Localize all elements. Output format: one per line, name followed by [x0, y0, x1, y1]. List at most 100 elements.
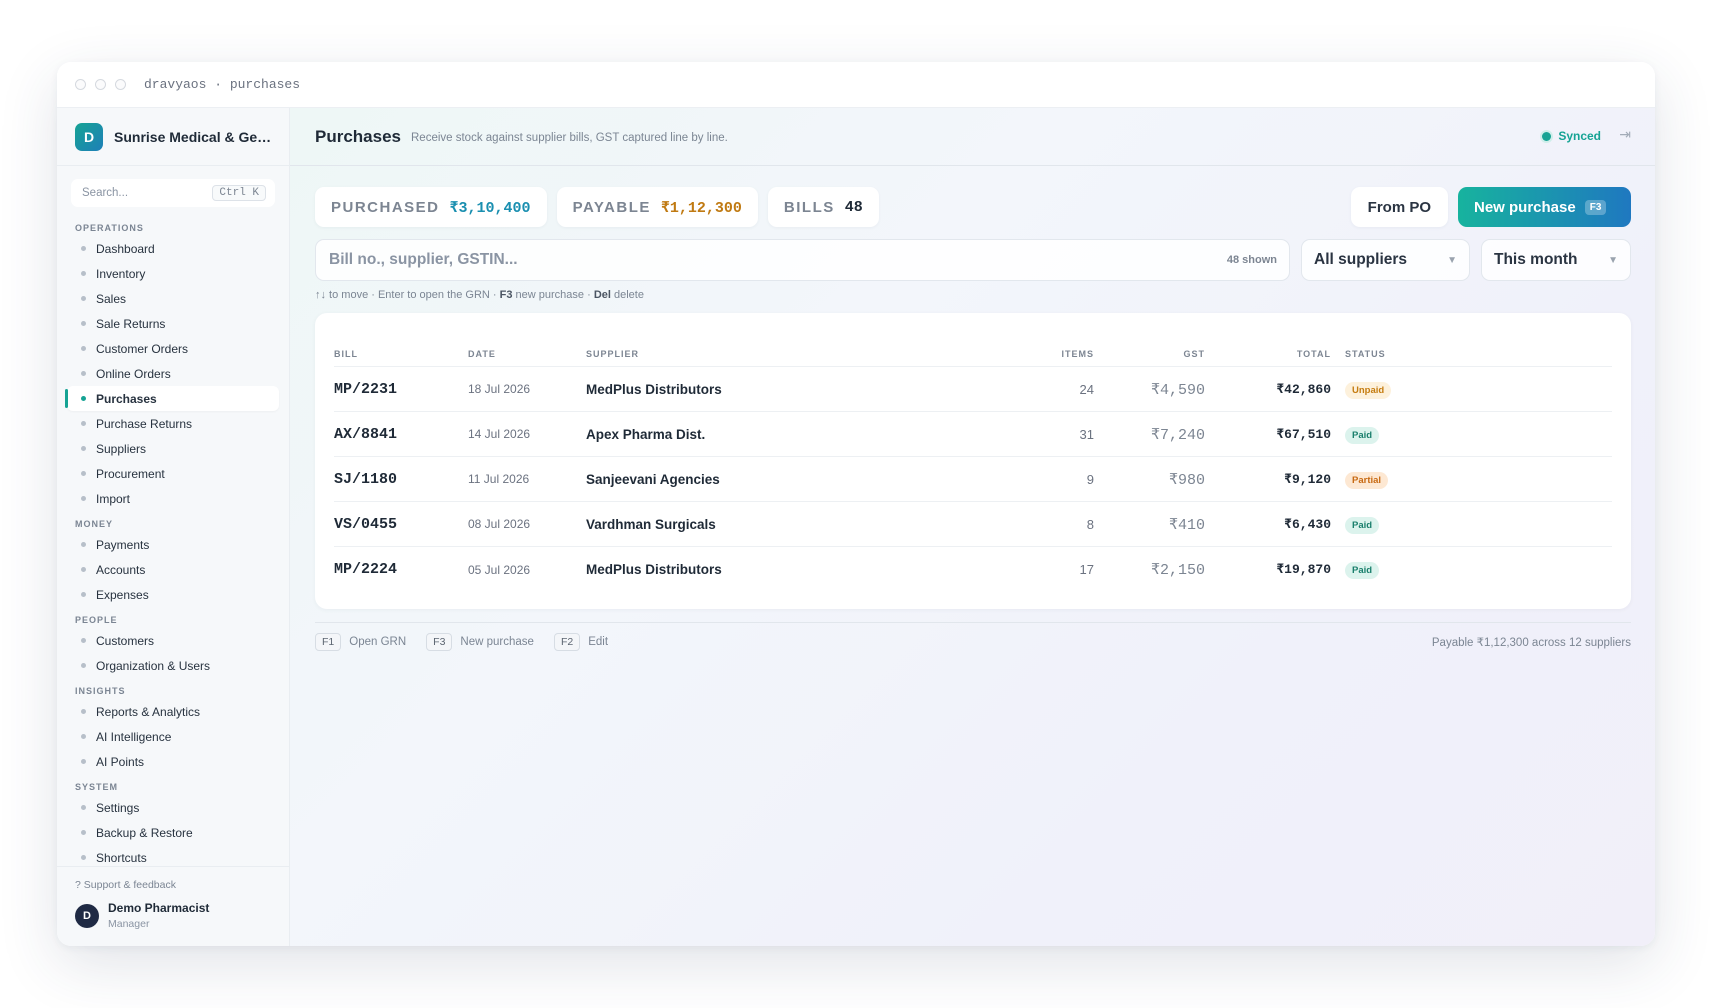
cell-supplier: MedPlus Distributors: [586, 381, 722, 397]
cell-status: Paid: [1331, 515, 1451, 534]
keyboard-hint: ↑↓ to move · Enter to open the GRN · F3 …: [315, 289, 644, 301]
brand-name: Sunrise Medical & General Store: [114, 128, 274, 145]
user-profile[interactable]: D Demo Pharmacist Manager: [75, 901, 271, 930]
support-link[interactable]: ? Support & feedback: [75, 879, 271, 891]
nav-section-title: SYSTEM: [75, 782, 119, 792]
shortcut-label: Edit: [588, 635, 609, 648]
collapse-icon[interactable]: ⇥: [1619, 126, 1631, 143]
main-content: Purchases Receive stock against supplier…: [290, 108, 1655, 946]
sidebar-item-label: Inventory: [96, 266, 146, 281]
status-badge: Paid: [1345, 426, 1380, 444]
shortcut-hint[interactable]: F1 Open GRN: [315, 632, 407, 651]
bullet-icon: [81, 592, 86, 597]
search-placeholder: Search...: [82, 187, 129, 199]
bullet-icon: [81, 371, 86, 376]
sidebar-item-procurement[interactable]: Procurement: [57, 461, 289, 486]
column-header-gst[interactable]: GST: [1094, 349, 1205, 359]
sidebar-search-input[interactable]: Search... Ctrl K: [71, 179, 275, 207]
cell-bill: VS/0455: [334, 515, 398, 533]
cell-supplier: Apex Pharma Dist.: [586, 426, 706, 442]
table-row[interactable]: AX/8841 14 Jul 2026 Apex Pharma Dist. 31 ₹7,…: [334, 412, 1612, 457]
stats-bar: PURCHASED ₹3,10,400 PAYABLE ₹1,12,300 BILLS 4…: [315, 187, 889, 227]
table-row[interactable]: MP/2231 18 Jul 2026 MedPlus Distributors 24…: [334, 367, 1612, 412]
sidebar-nav: OPERATIONS Dashboard Inventory Sales Sale Re…: [57, 207, 289, 870]
cell-status: Paid: [1331, 560, 1451, 579]
cell-status: Paid: [1331, 425, 1451, 444]
cell-supplier: MedPlus Distributors: [586, 562, 722, 577]
shortcut-label: Open GRN: [349, 635, 407, 648]
new-purchase-button[interactable]: New purchase F3: [1458, 187, 1631, 227]
sidebar-item-expenses[interactable]: Expenses: [57, 582, 289, 607]
app-window: dravyaos · purchases D Sunrise Medical &…: [57, 62, 1655, 946]
table-row[interactable]: VS/0455 08 Jul 2026 Vardhman Surgicals 8 ₹41…: [334, 502, 1612, 547]
shown-count: 48 shown: [1226, 254, 1277, 266]
sidebar-item-purchase-returns[interactable]: Purchase Returns: [57, 411, 289, 436]
sidebar-item-label: Procurement: [96, 466, 165, 481]
sidebar-item-backup-restore[interactable]: Backup & Restore: [57, 820, 289, 845]
column-header-supplier[interactable]: SUPPLIER: [586, 349, 1014, 359]
sidebar-item-reports-analytics[interactable]: Reports & Analytics: [57, 699, 289, 724]
new-purchase-label: New purchase: [1474, 198, 1576, 216]
column-header-date[interactable]: DATE: [468, 349, 586, 359]
status-badge: Paid: [1345, 516, 1380, 534]
bill-search-input[interactable]: Bill no., supplier, GSTIN... 48 shown: [315, 239, 1290, 281]
sidebar-item-sale-returns[interactable]: Sale Returns: [57, 311, 289, 336]
from-po-button[interactable]: From PO: [1350, 187, 1448, 227]
bullet-icon: [81, 346, 86, 351]
stat-value: ₹3,10,400: [449, 199, 531, 217]
status-badge: Paid: [1345, 562, 1380, 579]
stat-label: PAYABLE: [572, 198, 651, 216]
shortcut-hint[interactable]: F3 New purchase: [426, 632, 534, 651]
sidebar-item-customer-orders[interactable]: Customer Orders: [57, 336, 289, 361]
shortcut-hint[interactable]: F2 Edit: [553, 632, 609, 651]
sidebar-item-dashboard[interactable]: Dashboard: [57, 236, 289, 261]
page-title: Purchases: [315, 126, 401, 146]
cell-total: ₹42,860: [1276, 381, 1331, 397]
sidebar-item-inventory[interactable]: Inventory: [57, 261, 289, 286]
sidebar-item-organization-users[interactable]: Organization & Users: [57, 653, 289, 678]
column-header-bill[interactable]: BILL: [334, 349, 468, 359]
close-window-icon[interactable]: [75, 79, 86, 90]
sidebar-item-import[interactable]: Import: [57, 486, 289, 511]
sidebar-item-payments[interactable]: Payments: [57, 532, 289, 557]
sidebar-item-customers[interactable]: Customers: [57, 628, 289, 653]
user-role: Manager: [108, 918, 150, 930]
sidebar-item-label: Customer Orders: [96, 341, 189, 356]
minimize-window-icon[interactable]: [95, 79, 106, 90]
cell-date: 18 Jul 2026: [468, 382, 531, 396]
sidebar-item-label: Purchase Returns: [96, 416, 193, 431]
column-header-total[interactable]: TOTAL: [1205, 349, 1331, 359]
sidebar-item-ai-intelligence[interactable]: AI Intelligence: [57, 724, 289, 749]
bullet-icon: [81, 663, 86, 668]
cell-date: 14 Jul 2026: [468, 427, 531, 441]
table-row[interactable]: SJ/1180 11 Jul 2026 Sanjeevani Agencies 9 ₹9…: [334, 457, 1612, 502]
cell-gst: ₹410: [1168, 516, 1205, 534]
stat-bills: BILLS 48: [767, 187, 879, 227]
brand[interactable]: D Sunrise Medical & General Store: [57, 108, 289, 166]
sidebar-item-online-orders[interactable]: Online Orders: [57, 361, 289, 386]
sidebar-item-accounts[interactable]: Accounts: [57, 557, 289, 582]
nav-section-title: OPERATIONS: [75, 223, 144, 233]
sidebar-item-sales[interactable]: Sales: [57, 286, 289, 311]
bullet-icon: [81, 271, 86, 276]
sidebar-item-purchases[interactable]: Purchases: [65, 386, 279, 411]
column-header-items[interactable]: ITEMS: [1014, 349, 1094, 359]
supplier-select[interactable]: All suppliers ▼: [1301, 239, 1470, 281]
period-select-value: This month: [1494, 251, 1578, 268]
period-select[interactable]: This month ▼: [1481, 239, 1631, 281]
sidebar-item-label: Import: [96, 491, 131, 506]
cell-gst: ₹2,150: [1150, 562, 1205, 579]
column-header-status[interactable]: STATUS: [1331, 349, 1451, 359]
nav-section-title: MONEY: [75, 519, 114, 529]
sidebar-item-settings[interactable]: Settings: [57, 795, 289, 820]
sidebar-item-ai-points[interactable]: AI Points: [57, 749, 289, 774]
table-row[interactable]: MP/2224 05 Jul 2026 MedPlus Distributors 17…: [334, 547, 1612, 592]
sidebar-item-label: Sales: [96, 291, 127, 306]
stat-label: BILLS: [783, 198, 835, 216]
cell-status: Partial: [1331, 470, 1451, 489]
sidebar-item-suppliers[interactable]: Suppliers: [57, 436, 289, 461]
sidebar-item-label: AI Intelligence: [96, 729, 172, 744]
maximize-window-icon[interactable]: [115, 79, 126, 90]
sidebar: D Sunrise Medical & General Store Search…: [57, 108, 290, 946]
page-footer: F1 Open GRN F3 New purchase F2 Edit Payable ₹…: [315, 622, 1631, 660]
